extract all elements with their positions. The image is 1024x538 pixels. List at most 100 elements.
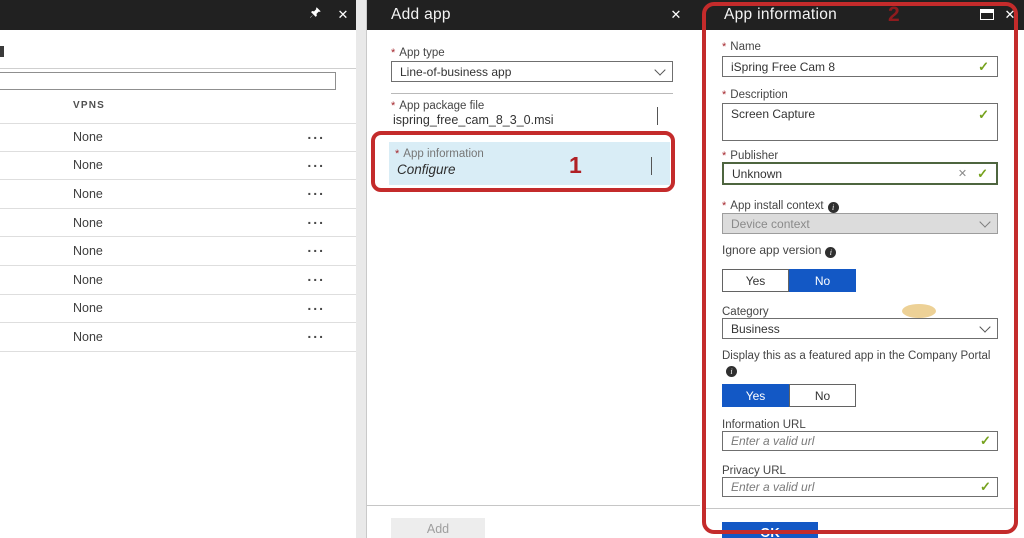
info-icon[interactable]: i bbox=[828, 202, 839, 213]
category-select[interactable]: Business bbox=[722, 318, 998, 339]
clipped-content-fragment bbox=[0, 46, 4, 57]
app-install-context-label: *App install contexti bbox=[722, 200, 839, 213]
table-row[interactable]: None ... bbox=[0, 180, 356, 209]
ignore-app-version-no-button[interactable]: No bbox=[789, 269, 856, 292]
featured-app-yes-button[interactable]: Yes bbox=[722, 384, 789, 407]
table-row[interactable]: None ... bbox=[0, 323, 356, 352]
featured-app-label: Display this as a featured app in the Co… bbox=[722, 349, 1004, 377]
divider bbox=[391, 93, 673, 94]
name-value: iSpring Free Cam 8 bbox=[731, 60, 835, 74]
table: None ... None ... None ... None ... None… bbox=[0, 123, 356, 352]
name-field[interactable]: iSpring Free Cam 8 ✓ bbox=[722, 56, 998, 77]
close-icon[interactable]: ✕ bbox=[1002, 7, 1018, 23]
add-app-header: Add app ✕ bbox=[367, 0, 700, 30]
table-row[interactable]: None ... bbox=[0, 237, 356, 266]
ellipsis-icon[interactable]: ... bbox=[307, 325, 325, 341]
blade-title: Add app bbox=[391, 6, 451, 24]
table-row[interactable]: None ... bbox=[0, 209, 356, 238]
app-type-label: *App type bbox=[391, 47, 445, 59]
blade-title: App information bbox=[724, 6, 837, 24]
table-row[interactable]: None ... bbox=[0, 266, 356, 295]
add-button[interactable]: Add bbox=[391, 518, 485, 538]
name-label: *Name bbox=[722, 41, 761, 53]
cell-value: None bbox=[73, 187, 103, 201]
app-information-blade: App information ✕ *Name iSpring Free Cam… bbox=[700, 0, 1024, 538]
app-install-context-value: Device context bbox=[731, 217, 810, 231]
info-icon[interactable]: i bbox=[726, 366, 737, 377]
publisher-field[interactable]: Unknown ✕ ✓ bbox=[722, 162, 998, 185]
required-asterisk: * bbox=[391, 100, 395, 112]
annotation-box-2 bbox=[702, 2, 1018, 534]
description-field[interactable]: Screen Capture ✓ bbox=[722, 103, 998, 141]
ellipsis-icon[interactable]: ... bbox=[307, 154, 325, 170]
close-icon[interactable]: ✕ bbox=[335, 7, 351, 23]
table-row[interactable]: None ... bbox=[0, 123, 356, 152]
ellipsis-icon[interactable]: ... bbox=[307, 268, 325, 284]
ellipsis-icon[interactable]: ... bbox=[307, 297, 325, 313]
table-row[interactable]: None ... bbox=[0, 295, 356, 324]
background-blade-header: ✕ bbox=[0, 0, 356, 30]
required-asterisk: * bbox=[722, 41, 726, 53]
app-type-select[interactable]: Line-of-business app bbox=[391, 61, 673, 82]
required-asterisk: * bbox=[395, 148, 399, 160]
ignore-app-version-toggle: Yes No bbox=[722, 269, 856, 292]
pin-icon[interactable] bbox=[307, 6, 323, 22]
ignore-app-version-yes-button[interactable]: Yes bbox=[722, 269, 789, 292]
add-app-blade: Add app ✕ *App type Line-of-business app… bbox=[366, 0, 700, 538]
information-url-label: Information URL bbox=[722, 419, 806, 431]
cell-value: None bbox=[73, 301, 103, 315]
background-blade: ✕ VPNS None ... None ... None ... None .… bbox=[0, 0, 356, 538]
close-icon[interactable]: ✕ bbox=[668, 7, 684, 23]
chevron-right-icon bbox=[651, 158, 652, 176]
information-url-input[interactable] bbox=[722, 431, 998, 451]
valid-check-icon: ✓ bbox=[980, 433, 991, 449]
ellipsis-icon[interactable]: ... bbox=[307, 239, 325, 255]
valid-check-icon: ✓ bbox=[980, 479, 991, 495]
valid-check-icon: ✓ bbox=[977, 166, 988, 182]
chevron-down-icon bbox=[654, 64, 665, 75]
divider bbox=[702, 508, 1018, 509]
table-row[interactable]: None ... bbox=[0, 152, 356, 181]
cursor-highlight bbox=[902, 304, 936, 318]
column-header-vpns: VPNS bbox=[73, 100, 105, 111]
configure-text: Configure bbox=[397, 162, 456, 177]
featured-app-no-button[interactable]: No bbox=[789, 384, 856, 407]
clear-icon[interactable]: ✕ bbox=[958, 167, 967, 180]
required-asterisk: * bbox=[722, 200, 726, 212]
divider bbox=[0, 68, 356, 69]
app-type-value: Line-of-business app bbox=[400, 65, 511, 79]
search-input[interactable] bbox=[0, 72, 336, 90]
publisher-value: Unknown bbox=[732, 167, 782, 181]
info-icon[interactable]: i bbox=[825, 247, 836, 258]
cell-value: None bbox=[73, 273, 103, 287]
required-asterisk: * bbox=[391, 47, 395, 59]
description-label: *Description bbox=[722, 89, 788, 101]
cell-value: None bbox=[73, 330, 103, 344]
maximize-icon[interactable] bbox=[980, 9, 994, 20]
ignore-app-version-label: Ignore app versioni bbox=[722, 243, 836, 258]
app-information-label: *App information bbox=[395, 148, 484, 160]
cell-value: None bbox=[73, 130, 103, 144]
ellipsis-icon[interactable]: ... bbox=[307, 211, 325, 227]
cell-value: None bbox=[73, 158, 103, 172]
ellipsis-icon[interactable]: ... bbox=[307, 182, 325, 198]
cell-value: None bbox=[73, 244, 103, 258]
publisher-label: *Publisher bbox=[722, 150, 778, 162]
category-value: Business bbox=[731, 322, 780, 336]
chevron-down-icon bbox=[979, 216, 990, 227]
cell-value: None bbox=[73, 216, 103, 230]
category-label: Category bbox=[722, 306, 769, 318]
privacy-url-label: Privacy URL bbox=[722, 465, 786, 477]
description-value: Screen Capture bbox=[731, 107, 815, 121]
app-package-file-value[interactable]: ispring_free_cam_8_3_0.msi bbox=[393, 113, 554, 127]
app-information-configure-row[interactable]: *App information Configure bbox=[389, 142, 670, 185]
chevron-down-icon bbox=[979, 321, 990, 332]
app-install-context-select: Device context bbox=[722, 213, 998, 234]
ellipsis-icon[interactable]: ... bbox=[307, 126, 325, 142]
privacy-url-input[interactable] bbox=[722, 477, 998, 497]
valid-check-icon: ✓ bbox=[978, 59, 989, 75]
required-asterisk: * bbox=[722, 89, 726, 101]
app-package-file-label: *App package file bbox=[391, 100, 484, 112]
chevron-right-icon[interactable] bbox=[657, 108, 658, 126]
ok-button[interactable]: OK bbox=[722, 522, 818, 538]
